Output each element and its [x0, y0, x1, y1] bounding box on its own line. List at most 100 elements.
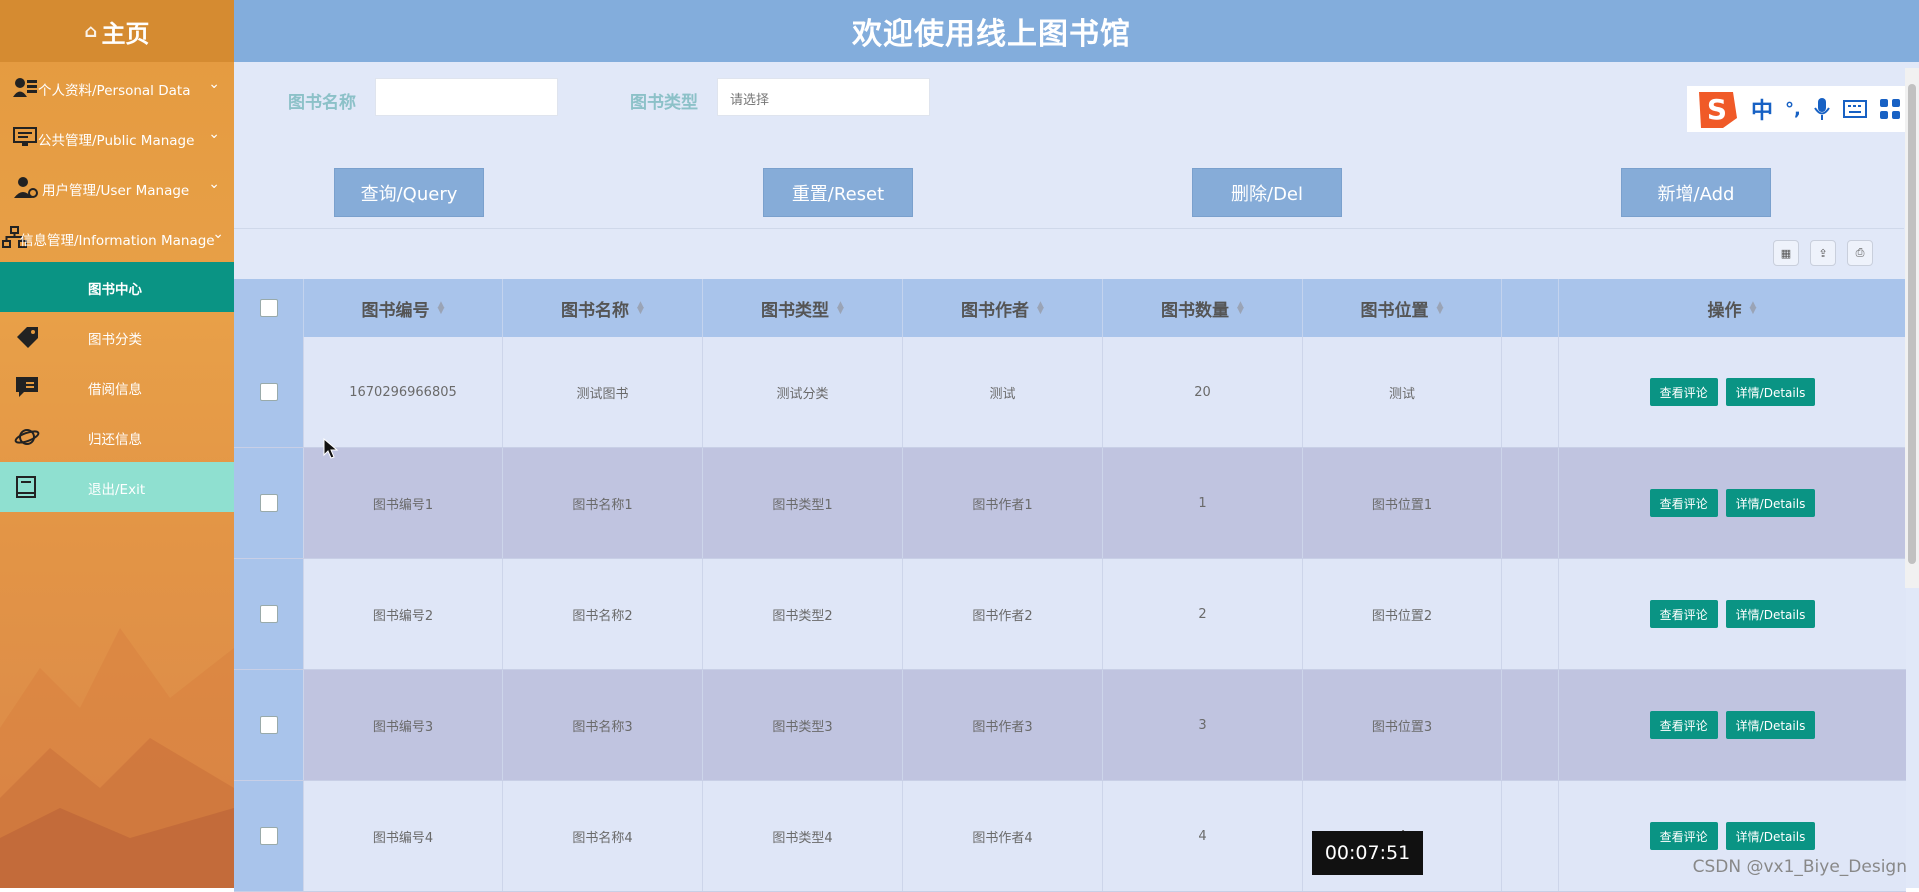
details-button[interactable]: 详情/Details [1725, 600, 1816, 628]
cell-book-name: 测试图书 [503, 337, 703, 447]
menu-personal-data[interactable]: 个人资料/Personal Data ⌄ [0, 62, 234, 112]
select-all-cell [234, 279, 304, 337]
cell-book-name: 图书名称1 [503, 448, 703, 558]
view-comments-button[interactable]: 查看评论 [1649, 822, 1718, 850]
watermark: CSDN @vx1_Biye_Design [1692, 857, 1907, 877]
mouse-cursor-icon [323, 438, 339, 459]
scrollbar-thumb[interactable] [1908, 84, 1916, 564]
book-name-input[interactable] [375, 78, 558, 116]
sogou-logo-icon[interactable]: S [1693, 88, 1739, 130]
table-row: 图书编号4 图书名称4 图书类型4 图书作者4 4 4 查看评论 详情/Deta… [234, 781, 1906, 892]
book-type-select[interactable]: 请选择 [717, 78, 930, 116]
chevron-down-icon: ⌄ [208, 126, 220, 142]
home-label: 主页 [101, 19, 150, 48]
cell-book-name: 图书名称4 [503, 781, 703, 891]
view-comments-button[interactable]: 查看评论 [1649, 711, 1718, 739]
sort-icon[interactable]: ▲ ▼ [637, 301, 644, 316]
details-button[interactable]: 详情/Details [1725, 822, 1816, 850]
row-checkbox[interactable] [259, 494, 278, 512]
sort-icon[interactable]: ▲ ▼ [1237, 301, 1244, 316]
export-icon[interactable]: ⇪ [1810, 240, 1836, 266]
reset-button[interactable]: 重置/Reset [763, 168, 913, 217]
row-checkbox[interactable] [259, 383, 278, 401]
cell-book-quantity: 20 [1103, 337, 1303, 447]
sidebar-item-book-center[interactable]: 图书中心 [0, 262, 234, 312]
row-checkbox[interactable] [259, 827, 278, 845]
details-button[interactable]: 详情/Details [1725, 378, 1816, 406]
svg-text:S: S [1707, 93, 1727, 126]
sidebar-item-return-info[interactable]: 归还信息 [0, 412, 234, 462]
mountain-background [0, 628, 234, 888]
ime-chinese-toggle[interactable]: 中 [1751, 93, 1773, 125]
delete-button[interactable]: 删除/Del [1192, 168, 1342, 217]
row-checkbox[interactable] [259, 605, 278, 623]
column-header[interactable]: 图书数量 ▲ ▼ [1103, 279, 1303, 337]
view-comments-button[interactable]: 查看评论 [1649, 600, 1718, 628]
column-header[interactable]: 图书作者 ▲ ▼ [903, 279, 1103, 337]
vertical-scrollbar[interactable] [1905, 68, 1919, 588]
column-header[interactable]: 图书编号 ▲ ▼ [304, 279, 503, 337]
column-header[interactable]: 图书名称 ▲ ▼ [503, 279, 703, 337]
table-tools: ▦ ⇪ ⎙ [1773, 240, 1873, 266]
chevron-down-icon: ⌄ [208, 76, 220, 92]
row-checkbox[interactable] [259, 716, 278, 734]
sidebar-item-book-category[interactable]: 图书分类 [0, 312, 234, 362]
sidebar-item-borrow-info[interactable]: 借阅信息 [0, 362, 234, 412]
sidebar-item-exit[interactable]: 退出/Exit [0, 462, 234, 512]
chevron-down-icon: ⌄ [208, 176, 220, 192]
sidebar-item-label: 图书中心 [88, 282, 142, 298]
books-table: 图书编号 ▲ ▼ 图书名称 ▲ ▼ 图书类型 ▲ ▼ 图书作者 ▲ ▼ 图书数量 ▲ ▼ 图书位置 ▲… [234, 279, 1906, 892]
user-card-icon [13, 78, 37, 97]
menu-public-manage-label: 公共管理/Public Manage [38, 133, 195, 149]
print-icon[interactable]: ⎙ [1847, 240, 1873, 266]
home-icon: ⌂ [84, 20, 98, 42]
cell-book-location: 图书位置3 [1303, 670, 1502, 780]
column-header[interactable]: 操作 ▲ ▼ [1559, 279, 1906, 337]
query-button[interactable]: 查询/Query [334, 168, 484, 217]
sort-icon[interactable]: ▲ ▼ [1437, 301, 1444, 316]
cell-book-name: 图书名称2 [503, 559, 703, 669]
book-name-label: 图书名称 [288, 93, 356, 113]
cell-book-id: 图书编号3 [304, 670, 503, 780]
view-comments-button[interactable]: 查看评论 [1649, 489, 1718, 517]
column-header[interactable]: 图书位置 ▲ ▼ [1303, 279, 1502, 337]
ime-punct-toggle[interactable]: °, [1785, 99, 1801, 120]
sort-icon[interactable]: ▲ ▼ [438, 301, 445, 316]
mic-icon[interactable] [1813, 97, 1831, 121]
keyboard-icon[interactable] [1842, 99, 1867, 119]
column-header[interactable]: 图书类型 ▲ ▼ [703, 279, 903, 337]
menu-information-manage[interactable]: 信息管理/Information Manage ⌄ [0, 212, 234, 262]
cell-book-id: 图书编号1 [304, 448, 503, 558]
cell-book-type: 图书类型3 [703, 670, 903, 780]
table-row: 图书编号3 图书名称3 图书类型3 图书作者3 3 图书位置3 查看评论 详情/… [234, 670, 1906, 781]
book-type-label: 图书类型 [630, 93, 698, 113]
details-button[interactable]: 详情/Details [1725, 711, 1816, 739]
cell-book-quantity: 2 [1103, 559, 1303, 669]
book-icon [16, 476, 36, 498]
columns-icon[interactable]: ▦ [1773, 240, 1799, 266]
menu-user-manage[interactable]: 用户管理/User Manage ⌄ [0, 162, 234, 212]
sort-icon[interactable]: ▲ ▼ [1750, 301, 1757, 316]
details-button[interactable]: 详情/Details [1725, 489, 1816, 517]
table-row: 图书编号2 图书名称2 图书类型2 图书作者2 2 图书位置2 查看评论 详情/… [234, 559, 1906, 670]
add-button[interactable]: 新增/Add [1621, 168, 1771, 217]
view-comments-button[interactable]: 查看评论 [1649, 378, 1718, 406]
cell-book-author: 测试 [903, 337, 1103, 447]
sort-icon[interactable]: ▲ ▼ [1037, 301, 1044, 316]
home-link[interactable]: ⌂ 主页 [0, 0, 234, 62]
sort-icon[interactable]: ▲ ▼ [837, 301, 844, 316]
cell-book-name: 图书名称3 [503, 670, 703, 780]
select-all-checkbox[interactable] [259, 299, 278, 317]
table-row: 1670296966805 测试图书 测试分类 测试 20 测试 查看评论 详情… [234, 337, 1906, 448]
apps-icon[interactable] [1879, 98, 1901, 120]
user-gear-icon [14, 177, 38, 198]
sidebar-item-label: 图书分类 [88, 332, 142, 348]
video-timestamp: 00:07:51 [1312, 831, 1423, 875]
cell-book-author: 图书作者1 [903, 448, 1103, 558]
menu-public-manage[interactable]: 公共管理/Public Manage ⌄ [0, 112, 234, 162]
menu-information-manage-label: 信息管理/Information Manage [20, 233, 215, 249]
tag-icon [17, 327, 38, 348]
chevron-down-icon: ⌄ [212, 226, 224, 242]
sidebar-item-label: 归还信息 [88, 432, 142, 448]
cell-book-author: 图书作者2 [903, 559, 1103, 669]
